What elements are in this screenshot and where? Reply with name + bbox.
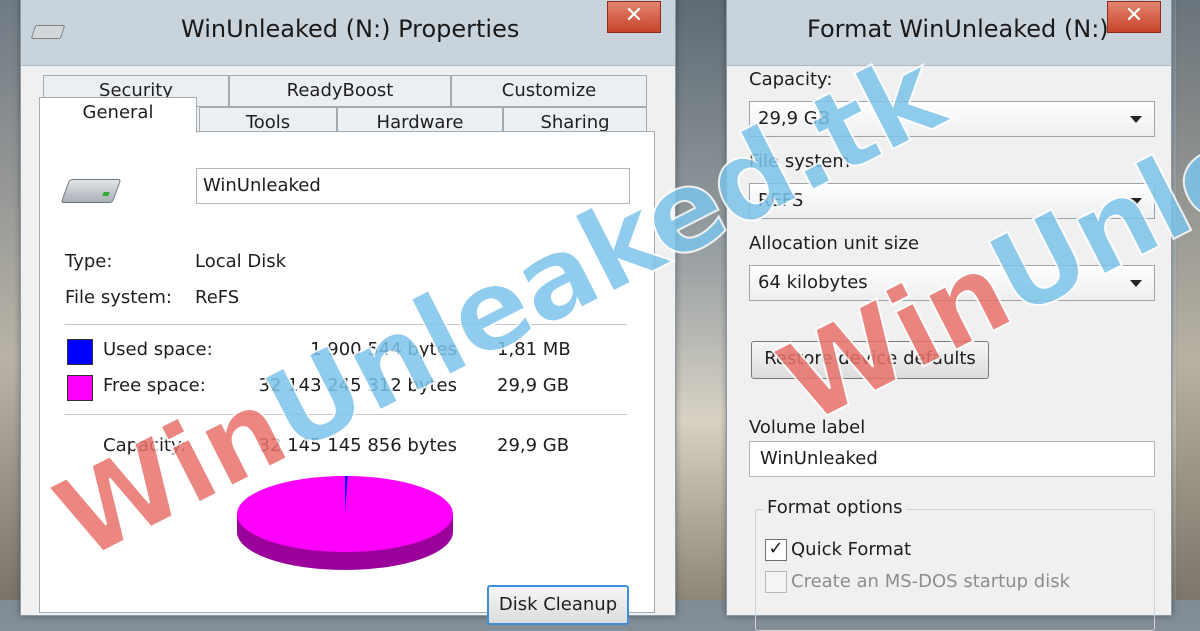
close-icon: ✕	[1124, 3, 1144, 28]
msdos-startup-label: Create an MS-DOS startup disk	[791, 571, 1071, 592]
free-space-swatch	[67, 375, 93, 401]
close-button[interactable]: ✕	[1107, 1, 1161, 33]
format-options-group	[755, 509, 1155, 631]
chevron-down-icon	[1130, 116, 1142, 123]
msdos-startup-checkbox[interactable]	[765, 571, 787, 593]
tab-general[interactable]: General	[39, 97, 197, 133]
format-title: Format WinUnleaked (N:)	[807, 15, 1109, 43]
file-system-value: ReFS	[195, 287, 240, 308]
disk-cleanup-button[interactable]: Disk Cleanup	[487, 585, 629, 625]
desktop-background-right	[1176, 0, 1200, 600]
free-space-size: 29,9 GB	[497, 375, 570, 396]
format-options-label: Format options	[763, 497, 907, 518]
drive-name-input[interactable]: WinUnleaked	[196, 168, 630, 204]
properties-title: WinUnleaked (N:) Properties	[181, 15, 520, 43]
volume-label-input[interactable]: WinUnleaked	[749, 441, 1155, 477]
tab-readyboost[interactable]: ReadyBoost	[229, 75, 451, 107]
drive-icon	[30, 25, 66, 39]
capacity-size: 29,9 GB	[497, 435, 570, 456]
tab-customize[interactable]: Customize	[451, 75, 647, 107]
format-titlebar[interactable]: Format WinUnleaked (N:) ✕	[727, 0, 1171, 66]
used-space-label: Used space:	[103, 339, 213, 360]
desktop-background-middle	[672, 0, 728, 600]
close-icon: ✕	[624, 3, 644, 28]
checkmark-icon: ✓	[768, 538, 784, 559]
type-value: Local Disk	[195, 251, 287, 272]
quick-format-label: Quick Format	[791, 539, 912, 560]
close-button[interactable]: ✕	[607, 1, 661, 33]
quick-format-checkbox[interactable]: ✓	[765, 539, 787, 561]
file-system-label: File system:	[65, 287, 172, 308]
used-space-swatch	[67, 339, 93, 365]
drive-icon	[60, 179, 122, 203]
type-label: Type:	[65, 251, 113, 272]
properties-titlebar[interactable]: WinUnleaked (N:) Properties ✕	[21, 0, 675, 66]
